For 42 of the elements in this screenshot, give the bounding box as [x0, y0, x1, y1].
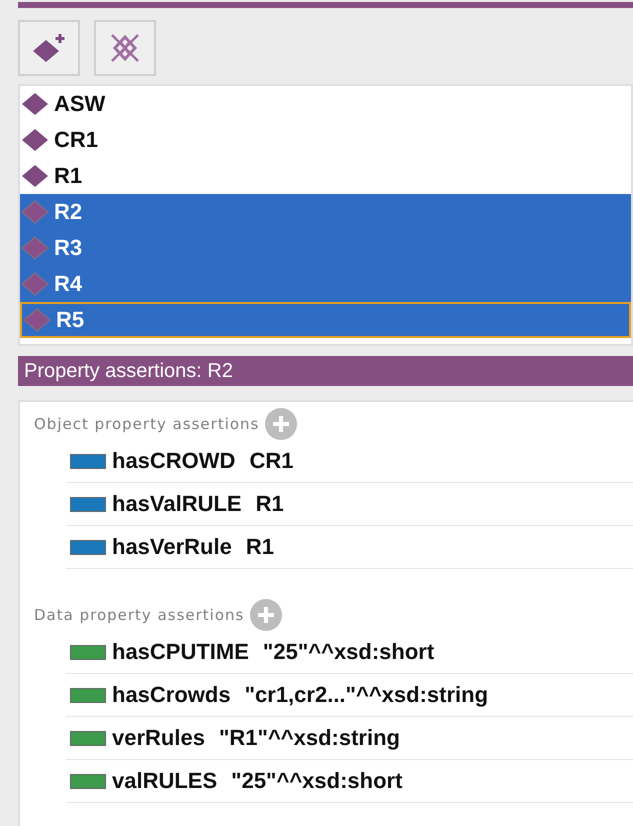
property-value: CR1	[249, 448, 294, 474]
property-type-icon	[70, 730, 106, 746]
property-name: hasCPUTIME	[112, 639, 249, 665]
delete-individual-button[interactable]	[94, 20, 156, 76]
section-label: Data property assertions	[34, 606, 244, 624]
property-type-icon	[70, 496, 106, 512]
diamond-icon	[20, 126, 50, 154]
property-value: "R1"^^xsd:string	[218, 725, 400, 751]
individual-item[interactable]: R2	[20, 194, 631, 230]
diamond-icon	[20, 162, 50, 190]
property-value: "25"^^xsd:short	[231, 768, 402, 794]
property-type-icon	[70, 540, 106, 554]
property-name: hasCrowds	[112, 682, 231, 708]
property-name: hasCROWD	[112, 448, 236, 474]
individual-item[interactable]: CR1	[20, 122, 631, 158]
property-name: hasValRULE	[112, 491, 242, 517]
property-name: hasVerRule	[112, 534, 232, 560]
diamond-icon	[20, 198, 50, 226]
section-label: Object property assertions	[34, 415, 260, 433]
add-icon[interactable]	[265, 408, 298, 440]
property-type-icon	[70, 454, 106, 468]
property-type-icon	[70, 774, 106, 788]
property-value: "cr1,cr2..."^^xsd:string	[244, 682, 488, 708]
property-name: valRULES	[112, 768, 218, 794]
property-type-icon	[70, 644, 106, 660]
individual-item[interactable]: R5	[20, 302, 631, 338]
individual-item[interactable]: R3	[20, 230, 631, 266]
individual-item[interactable]: R1	[20, 158, 631, 194]
diamond-icon	[20, 234, 50, 262]
add-individual-button[interactable]	[18, 20, 80, 76]
individual-item[interactable]: ASW	[20, 86, 631, 122]
diamond-icon	[20, 90, 50, 118]
diamond-icon	[20, 270, 50, 298]
diamond-icon	[22, 306, 52, 334]
property-name: verRules	[112, 725, 205, 751]
property-value: R1	[246, 534, 274, 560]
panel-header: Property assertions: R2	[18, 356, 633, 386]
individual-item[interactable]: R4	[20, 266, 631, 302]
property-type-icon	[70, 688, 106, 702]
property-value: "25"^^xsd:short	[262, 639, 434, 665]
add-icon[interactable]	[250, 599, 282, 631]
property-value: R1	[256, 491, 284, 517]
